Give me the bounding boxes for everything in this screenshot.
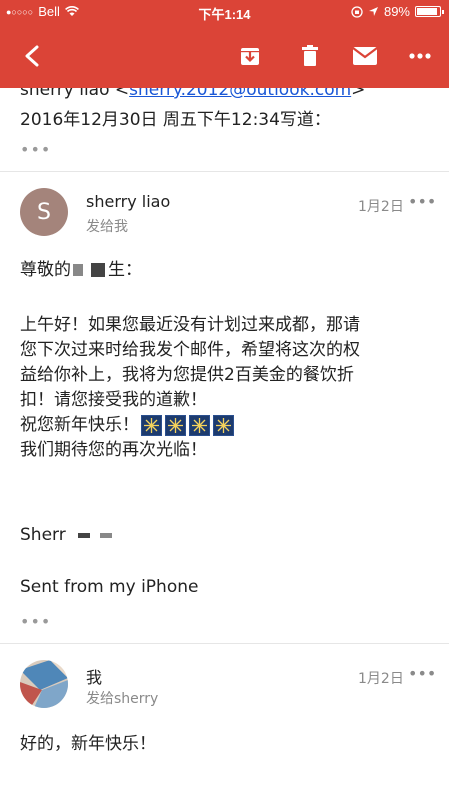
message-date: 1月2日 bbox=[358, 199, 404, 215]
body-line: 扣！请您接受我的道歉！ bbox=[20, 390, 207, 410]
show-trimmed-content-button[interactable]: ••• bbox=[20, 612, 51, 631]
body-line: 您下次过来时给我发个邮件，希望将这次的权 bbox=[20, 340, 360, 360]
more-vert-icon bbox=[409, 53, 431, 59]
signature-line: Sherr bbox=[20, 523, 112, 548]
body-line: 祝您新年快乐！ bbox=[20, 413, 360, 438]
sent-from-line: Sent from my iPhone bbox=[20, 577, 199, 597]
greeting-start: 尊敬的 bbox=[20, 260, 71, 280]
wishes-text: 祝您新年快乐！ bbox=[20, 415, 139, 435]
message-more-button[interactable]: ••• bbox=[408, 664, 436, 683]
quoted-text: sherry liao <sherry.2012@outlook.com> 20… bbox=[0, 88, 449, 172]
back-arrow-icon bbox=[25, 45, 39, 67]
redacted-name bbox=[91, 263, 105, 277]
sender-name: 我 bbox=[86, 668, 103, 687]
archive-button[interactable] bbox=[228, 24, 272, 88]
body-line: 我们期待您的再次光临！ bbox=[20, 440, 207, 460]
greeting-line: 尊敬的 生： bbox=[20, 258, 142, 283]
show-quoted-text-button[interactable]: ••• bbox=[20, 140, 51, 159]
body-paragraph: 上午好！如果您最近没有计划过来成都，那请 您下次过来时给我发个邮件，希望将这次的… bbox=[20, 313, 360, 463]
redacted-name bbox=[73, 264, 83, 276]
quoted-sender: sherry liao < bbox=[20, 88, 130, 100]
body-line: 上午好！如果您最近没有计划过来成都，那请 bbox=[20, 315, 360, 335]
quoted-date-line: 2016年12月30日 周五下午12:34写道： bbox=[20, 110, 331, 130]
battery-level bbox=[417, 8, 437, 15]
more-button[interactable] bbox=[398, 24, 442, 88]
avatar bbox=[20, 660, 68, 708]
redacted-signature bbox=[99, 532, 112, 538]
location-icon bbox=[368, 7, 378, 16]
signature-name: Sherr bbox=[20, 525, 66, 545]
fireworks-emoji-icon bbox=[213, 414, 234, 436]
mark-unread-button[interactable] bbox=[343, 24, 387, 88]
body-line: 益给你补上，我将为您提供2百美金的餐饮折 bbox=[20, 365, 354, 385]
avatar: S bbox=[20, 188, 68, 236]
orientation-lock-icon bbox=[351, 5, 363, 18]
message-header[interactable]: 我 发给sherry 1月2日 ••• bbox=[0, 660, 449, 720]
message-more-button[interactable]: ••• bbox=[408, 192, 436, 211]
fireworks-emoji-row bbox=[141, 414, 234, 436]
toolbar bbox=[0, 24, 449, 88]
fireworks-emoji-icon bbox=[165, 414, 186, 436]
fireworks-emoji-icon bbox=[189, 414, 210, 436]
reply-body: 好的，新年快乐！ bbox=[20, 734, 156, 754]
quoted-email-link[interactable]: sherry.2012@outlook.com bbox=[129, 88, 351, 100]
recipient-line: 发给sherry bbox=[86, 691, 159, 707]
fireworks-emoji-icon bbox=[141, 414, 162, 436]
mail-icon bbox=[352, 47, 378, 65]
greeting-end: 生： bbox=[108, 260, 142, 280]
status-bar: ●○○○○ Bell 下午1:14 89% bbox=[0, 0, 449, 24]
quoted-suffix: > bbox=[351, 88, 366, 100]
back-button[interactable] bbox=[12, 24, 52, 88]
delete-button[interactable] bbox=[288, 24, 332, 88]
status-right: 89% bbox=[351, 4, 444, 19]
quoted-header: sherry liao <sherry.2012@outlook.com> bbox=[20, 88, 365, 100]
trash-icon bbox=[302, 45, 318, 66]
message-date: 1月2日 bbox=[358, 671, 404, 687]
archive-icon bbox=[241, 48, 259, 65]
battery-icon bbox=[415, 6, 444, 17]
redacted-signature bbox=[77, 532, 90, 538]
recipient-line: 发给我 bbox=[86, 219, 128, 235]
message-header[interactable]: S sherry liao 发给我 1月2日 ••• bbox=[0, 188, 449, 248]
message-divider bbox=[0, 643, 449, 644]
sender-name: sherry liao bbox=[86, 192, 171, 211]
battery-percent: 89% bbox=[383, 4, 410, 19]
